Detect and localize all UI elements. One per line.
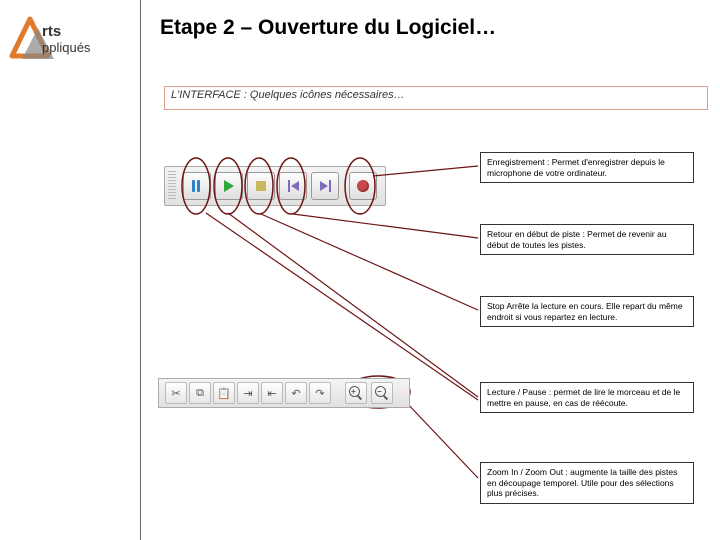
transport-toolbar bbox=[164, 166, 386, 206]
skip-start-icon bbox=[288, 180, 299, 192]
zoom-in-icon: + bbox=[349, 386, 363, 400]
record-icon bbox=[357, 180, 369, 192]
record-button[interactable] bbox=[349, 172, 377, 200]
subtitle: L'INTERFACE : Quelques icônes nécessaire… bbox=[164, 86, 708, 110]
toolbar-grip bbox=[168, 171, 176, 201]
cut-button[interactable]: ✂ bbox=[165, 382, 187, 404]
copy-button[interactable]: ⧉ bbox=[189, 382, 211, 404]
skip-end-button[interactable] bbox=[311, 172, 339, 200]
redo-icon: ↷ bbox=[315, 387, 324, 400]
logo: rts ppliqués bbox=[8, 14, 128, 64]
paste-button[interactable]: 📋 bbox=[213, 382, 235, 404]
trim-button[interactable]: ⇥ bbox=[237, 382, 259, 404]
callout-skip-start: Retour en début de piste : Permet de rev… bbox=[480, 224, 694, 255]
copy-icon: ⧉ bbox=[196, 387, 204, 400]
silence-icon: ⇤ bbox=[267, 387, 276, 400]
callout-stop: Stop Arrête la lecture en cours. Elle re… bbox=[480, 296, 694, 327]
silence-button[interactable]: ⇤ bbox=[261, 382, 283, 404]
play-icon bbox=[224, 180, 234, 192]
cut-icon: ✂ bbox=[171, 387, 180, 400]
zoom-out-icon: − bbox=[375, 386, 389, 400]
layout-divider bbox=[140, 0, 141, 540]
play-button[interactable] bbox=[215, 172, 243, 200]
edit-toolbar: ✂ ⧉ 📋 ⇥ ⇤ ↶ ↷ + − bbox=[158, 378, 410, 408]
svg-text:ppliqués: ppliqués bbox=[42, 40, 91, 55]
undo-icon: ↶ bbox=[291, 387, 300, 400]
skip-end-icon bbox=[320, 180, 331, 192]
pause-icon bbox=[192, 180, 202, 192]
callout-zoom: Zoom In / Zoom Out : augmente la taille … bbox=[480, 462, 694, 504]
callout-play-pause: Lecture / Pause : permet de lire le morc… bbox=[480, 382, 694, 413]
page-title: Etape 2 – Ouverture du Logiciel… bbox=[160, 16, 496, 40]
stop-icon bbox=[256, 181, 266, 191]
callout-record: Enregistrement : Permet d'enregistrer de… bbox=[480, 152, 694, 183]
pause-button[interactable] bbox=[183, 172, 211, 200]
zoom-out-button[interactable]: − bbox=[371, 382, 393, 404]
undo-button[interactable]: ↶ bbox=[285, 382, 307, 404]
redo-button[interactable]: ↷ bbox=[309, 382, 331, 404]
paste-icon: 📋 bbox=[217, 387, 231, 400]
trim-icon: ⇥ bbox=[243, 387, 252, 400]
svg-text:rts: rts bbox=[42, 23, 61, 40]
skip-start-button[interactable] bbox=[279, 172, 307, 200]
zoom-in-button[interactable]: + bbox=[345, 382, 367, 404]
stop-button[interactable] bbox=[247, 172, 275, 200]
